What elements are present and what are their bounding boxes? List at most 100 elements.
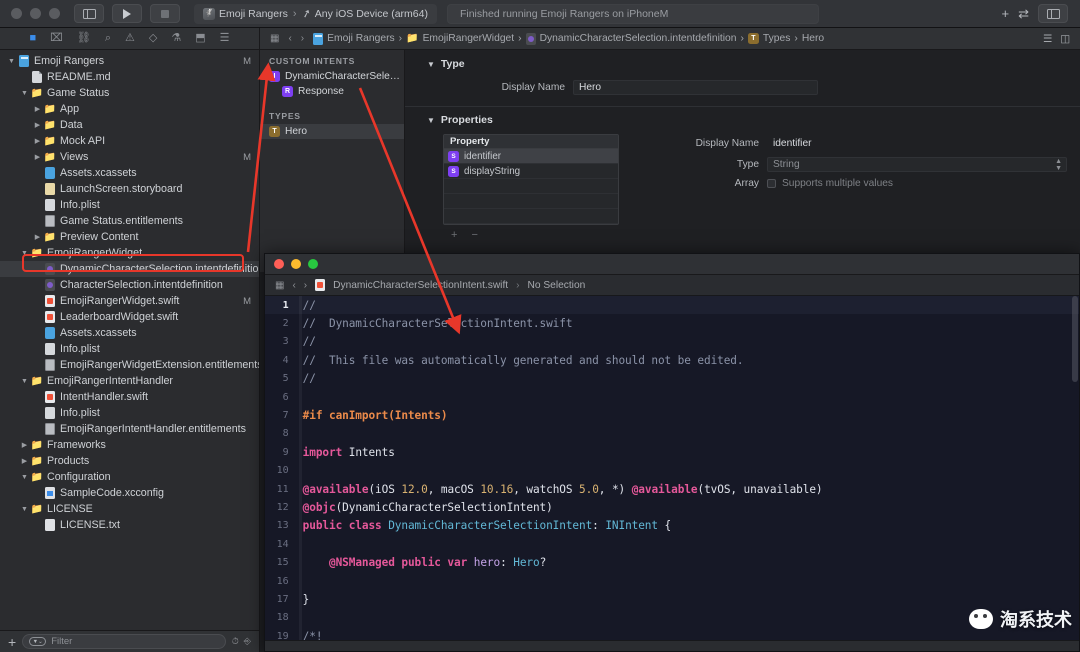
close-button[interactable]: [11, 8, 22, 19]
disclosure-right-icon[interactable]: ▶: [19, 441, 30, 449]
line-number[interactable]: 4: [265, 351, 297, 369]
disclosure-right-icon[interactable]: ▶: [32, 137, 43, 145]
code-text[interactable]: [297, 425, 1079, 443]
navigator-tab-issue[interactable]: ⚠: [125, 33, 135, 44]
project-file-tree[interactable]: ▼ Emoji Rangers M README.md ▼ 📁 Game Status ▶ 📁 A…: [0, 50, 259, 630]
code-text[interactable]: [297, 572, 1079, 590]
add-file-button[interactable]: +: [8, 635, 16, 649]
line-number[interactable]: 8: [265, 425, 297, 443]
add-assistant-editor-icon[interactable]: ◫: [1060, 33, 1070, 45]
code-window-zoom-button[interactable]: [308, 259, 318, 269]
intent-outline-row[interactable]: I DynamicCharacterSele…: [260, 69, 404, 84]
code-text[interactable]: // DynamicCharacterSelectionIntent.swift: [297, 314, 1079, 332]
code-window-minimize-button[interactable]: [291, 259, 301, 269]
file-tree-row[interactable]: Game Status.entitlements: [0, 213, 259, 229]
breadcrumb-item[interactable]: Hero: [802, 33, 824, 44]
code-text[interactable]: @NSManaged public var hero: Hero?: [297, 553, 1079, 571]
breadcrumb[interactable]: Emoji Rangers › 📁 EmojiRangerWidget › Dynamic…: [313, 32, 824, 45]
file-tree-row[interactable]: EmojiRangerWidgetExtension.entitlements: [0, 357, 259, 373]
breadcrumb-item[interactable]: DynamicCharacterSelection.intentdefiniti…: [525, 32, 736, 45]
breadcrumb-item[interactable]: T Types: [747, 33, 790, 44]
disclosure-right-icon[interactable]: ▶: [32, 105, 43, 113]
disclosure-down-icon[interactable]: ▼: [6, 58, 17, 65]
navigator-tab-find[interactable]: ⌕: [105, 33, 111, 44]
line-number[interactable]: 5: [265, 370, 297, 388]
navigator-tab-debug[interactable]: ⚗: [171, 33, 181, 44]
related-items-icon[interactable]: ▦: [270, 33, 279, 44]
file-tree-row[interactable]: ▼ 📁 EmojiRangerIntentHandler: [0, 373, 259, 389]
navigator-tab-source-control[interactable]: ⌧: [50, 33, 63, 44]
code-vertical-scrollbar[interactable]: [1072, 296, 1078, 382]
custom-intents-list[interactable]: I DynamicCharacterSele… R Response: [260, 69, 404, 99]
file-tree-row[interactable]: ▼ 📁 Game Status: [0, 85, 259, 101]
code-text[interactable]: //: [296, 296, 1079, 315]
breadcrumb-item[interactable]: 📁 EmojiRangerWidget: [406, 33, 514, 44]
disclosure-down-icon[interactable]: ▼: [19, 378, 30, 385]
add-editor-icon[interactable]: +: [1002, 7, 1010, 20]
array-checkbox-group[interactable]: Supports multiple values: [767, 178, 893, 189]
disclosure-right-icon[interactable]: ▶: [19, 457, 30, 465]
run-button[interactable]: [112, 4, 142, 23]
source-control-filter-icon[interactable]: ⎆: [244, 636, 251, 647]
file-tree-row[interactable]: LeaderboardWidget.swift: [0, 309, 259, 325]
file-tree-row[interactable]: ▶ 📁 App: [0, 101, 259, 117]
file-tree-row[interactable]: EmojiRangerWidget.swift M: [0, 293, 259, 309]
line-number[interactable]: 18: [265, 609, 297, 627]
code-text[interactable]: [297, 609, 1079, 627]
type-section-header[interactable]: ▼ Type: [405, 50, 1080, 70]
file-tree-row[interactable]: IntentHandler.swift: [0, 389, 259, 405]
properties-table-body[interactable]: Sidentifier SdisplayString: [444, 149, 618, 224]
file-tree-row[interactable]: ▶ 📁 Views M: [0, 149, 259, 165]
navigate-forward-icon[interactable]: ›: [301, 33, 304, 44]
file-tree-row[interactable]: Info.plist: [0, 197, 259, 213]
line-number[interactable]: 15: [265, 553, 297, 571]
line-number[interactable]: 6: [265, 388, 297, 406]
property-row[interactable]: [444, 179, 618, 194]
intent-outline-row[interactable]: T Hero: [260, 124, 404, 139]
line-number[interactable]: 11: [265, 480, 297, 498]
disclosure-triangle-icon[interactable]: ▼: [427, 60, 435, 69]
file-tree-row[interactable]: ▼ Emoji Rangers M: [0, 53, 259, 69]
line-number[interactable]: 3: [265, 333, 297, 351]
line-number[interactable]: 19: [265, 627, 297, 640]
code-text[interactable]: import Intents: [297, 443, 1079, 461]
file-tree-row[interactable]: Assets.xcassets: [0, 165, 259, 181]
type-display-name-input[interactable]: Hero: [573, 80, 818, 95]
code-breadcrumb-file[interactable]: DynamicCharacterSelectionIntent.swift: [333, 280, 508, 291]
file-tree-row[interactable]: README.md: [0, 69, 259, 85]
line-number[interactable]: 7: [265, 406, 297, 424]
properties-section-header[interactable]: ▼ Properties: [405, 107, 1080, 126]
toggle-inspector-button[interactable]: [1038, 4, 1068, 23]
line-number[interactable]: 16: [265, 572, 297, 590]
file-tree-row[interactable]: ▶ 📁 Mock API: [0, 133, 259, 149]
line-number[interactable]: 10: [265, 462, 297, 480]
line-number[interactable]: 13: [265, 517, 297, 535]
navigate-back-icon[interactable]: ‹: [292, 280, 295, 291]
line-number[interactable]: 2: [265, 314, 297, 332]
property-row[interactable]: Sidentifier: [444, 149, 618, 164]
disclosure-down-icon[interactable]: ▼: [19, 90, 30, 97]
line-number[interactable]: 14: [265, 535, 297, 553]
file-tree-row[interactable]: ▶ 📁 Data: [0, 117, 259, 133]
file-tree-row[interactable]: ▶ 📁 Frameworks: [0, 437, 259, 453]
navigator-tab-test[interactable]: ◇: [149, 33, 157, 44]
remove-property-button[interactable]: −: [471, 229, 477, 241]
disclosure-down-icon[interactable]: ▼: [19, 474, 30, 481]
recent-files-icon[interactable]: ⏱: [232, 636, 239, 647]
code-text[interactable]: [297, 462, 1079, 480]
code-text[interactable]: [297, 388, 1079, 406]
code-text[interactable]: #if canImport(Intents): [297, 406, 1079, 424]
property-type-select[interactable]: String ▲ ▼: [767, 157, 1067, 172]
navigator-tab-report[interactable]: ☰: [220, 33, 230, 44]
navigator-tab-breakpoint[interactable]: ⬒: [195, 33, 205, 44]
property-row[interactable]: [444, 209, 618, 224]
scheme-selector[interactable]: Emoji Rangers › ➚ Any iOS Device (arm64): [194, 3, 437, 24]
code-text[interactable]: @available(iOS 12.0, macOS 10.16, watchO…: [297, 480, 1079, 498]
code-text[interactable]: }: [297, 590, 1079, 608]
code-text[interactable]: public class DynamicCharacterSelectionIn…: [297, 517, 1079, 535]
disclosure-right-icon[interactable]: ▶: [32, 153, 43, 161]
code-text[interactable]: [297, 535, 1079, 553]
navigator-tab-symbol[interactable]: ⛓: [77, 33, 91, 44]
navigate-back-forward-icon[interactable]: ⇄: [1018, 7, 1029, 20]
stepper-chevron-icon[interactable]: ▲ ▼: [1055, 158, 1062, 172]
